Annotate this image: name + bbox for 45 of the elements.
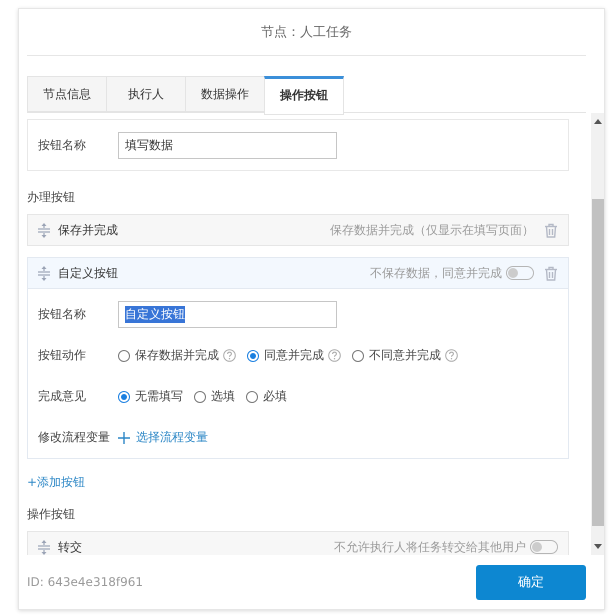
button-name: 保存并完成 bbox=[58, 222, 118, 238]
node-id: ID: 643e4e318f961 bbox=[27, 575, 143, 589]
toggle-switch[interactable] bbox=[530, 540, 558, 554]
field-label: 按钮名称 bbox=[38, 136, 87, 154]
radio-button[interactable] bbox=[247, 350, 259, 362]
section-heading: 办理按钮 bbox=[27, 189, 75, 206]
button-description: 不允许执行人将任务转交给其他用户 bbox=[334, 538, 526, 555]
dialog-title: 节点：人工任务 bbox=[261, 24, 352, 41]
radio-label[interactable]: 保存数据并完成 bbox=[135, 347, 219, 364]
field-label: 按钮名称 bbox=[38, 306, 87, 323]
tab[interactable]: 执行人 bbox=[106, 76, 185, 112]
radio-label[interactable]: 同意并完成 bbox=[264, 347, 324, 364]
field-label: 完成意见 bbox=[38, 388, 87, 405]
radio-button[interactable] bbox=[118, 350, 130, 362]
radio-label[interactable]: 必填 bbox=[263, 388, 287, 405]
radio-label[interactable]: 选填 bbox=[211, 388, 235, 405]
confirm-button[interactable]: 确定 bbox=[476, 564, 586, 600]
tab[interactable]: 节点信息 bbox=[27, 76, 106, 112]
radio-button[interactable] bbox=[246, 390, 258, 402]
button-name: 自定义按钮 bbox=[58, 264, 118, 282]
section-heading: 操作按钮 bbox=[27, 506, 75, 523]
plus-icon bbox=[118, 432, 130, 444]
add-button-link[interactable]: +添加按钮 bbox=[27, 474, 86, 491]
tab[interactable]: 操作按钮 bbox=[264, 76, 344, 115]
radio-label[interactable]: 不同意并完成 bbox=[369, 347, 441, 364]
toggle-switch[interactable] bbox=[506, 266, 534, 280]
trash-icon[interactable] bbox=[544, 222, 558, 238]
drag-handle-icon[interactable] bbox=[37, 266, 51, 280]
scrollbar[interactable] bbox=[591, 113, 604, 555]
radio-button[interactable] bbox=[118, 390, 130, 402]
drag-handle-icon[interactable] bbox=[37, 540, 51, 554]
radio-button[interactable] bbox=[352, 350, 364, 362]
button-description: 不保存数据，同意并完成 bbox=[370, 264, 502, 282]
trash-icon[interactable] bbox=[544, 266, 558, 280]
input-field[interactable]: 填写数据 bbox=[118, 132, 337, 158]
input-field[interactable]: 自定义按钮 bbox=[118, 301, 337, 328]
radio-button[interactable] bbox=[194, 390, 206, 402]
button-description: 保存数据并完成（仅显示在填写页面） bbox=[330, 222, 534, 238]
field-label: 按钮动作 bbox=[38, 347, 87, 364]
field-label: 修改流程变量 bbox=[38, 429, 111, 446]
drag-handle-icon[interactable] bbox=[37, 222, 51, 238]
button-name: 转交 bbox=[58, 538, 82, 555]
tab[interactable]: 数据操作 bbox=[185, 76, 264, 112]
radio-label[interactable]: 无需填写 bbox=[135, 388, 183, 405]
select-variable-link[interactable]: 选择流程变量 bbox=[136, 429, 208, 446]
